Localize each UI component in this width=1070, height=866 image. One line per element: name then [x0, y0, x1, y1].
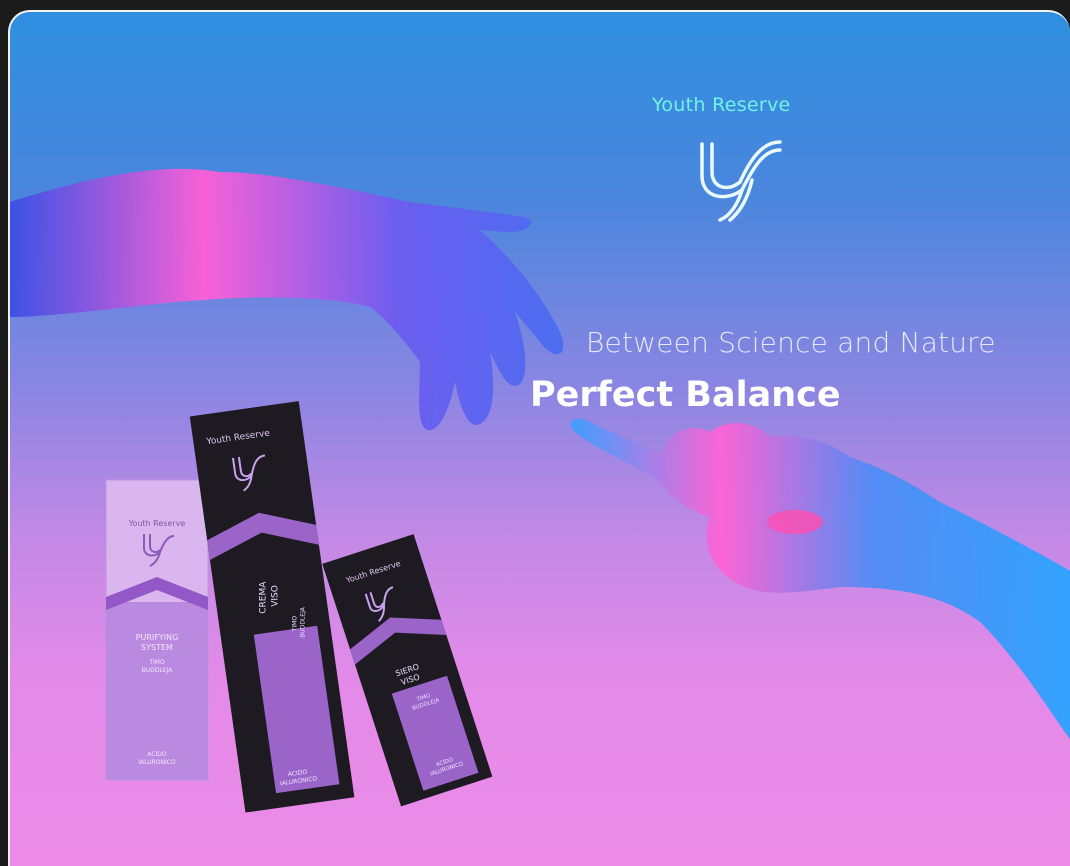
- light-box-line1: PURIFYING: [136, 633, 179, 642]
- light-box-brand: Youth Reserve: [128, 519, 186, 528]
- light-box-bottom2: IALURONICO: [138, 759, 176, 766]
- product-boxes: Youth Reserve PURIFYING SYSTEM TIMO BUDD…: [105, 401, 493, 813]
- light-box-sub1: TIMO: [148, 659, 165, 666]
- tall-box-line2: VISO: [271, 585, 281, 607]
- light-box-line2: SYSTEM: [141, 643, 173, 652]
- advertisement-card: Youth Reserve Between Science and Nature…: [8, 10, 1070, 866]
- tall-box-line1: CREMA: [259, 581, 269, 614]
- light-box-bottom1: ACIDO: [147, 751, 167, 758]
- product-box-crema: Youth Reserve CREMA VISO TIMO BUDDLEJA A…: [189, 401, 355, 813]
- tall-box-sub1: TIMO: [292, 616, 299, 633]
- tall-box-sub2: BUDDLEJA: [300, 606, 307, 638]
- light-box-sub2: BUDDLEJA: [142, 667, 174, 674]
- product-box-purifying: Youth Reserve PURIFYING SYSTEM TIMO BUDD…: [105, 479, 209, 781]
